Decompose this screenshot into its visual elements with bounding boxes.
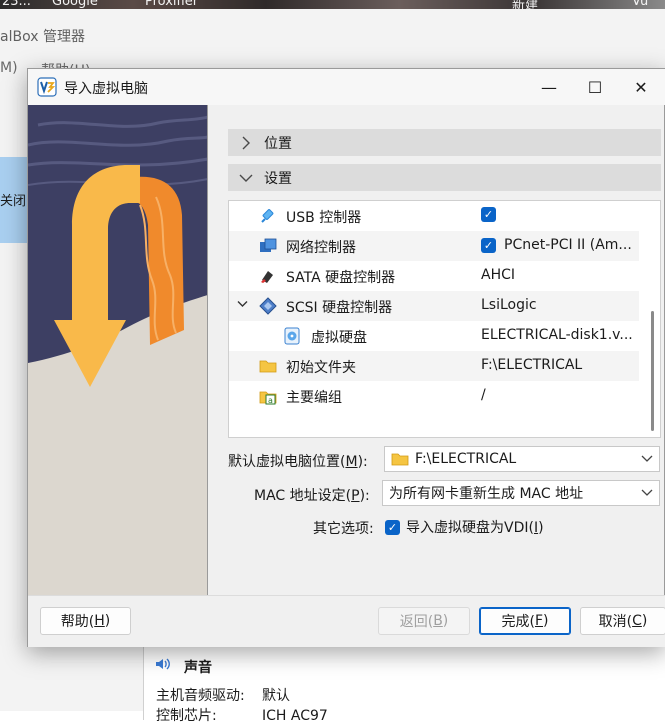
expand-chevron-icon[interactable] [237, 298, 248, 311]
manager-title: alBox 管理器 [0, 29, 85, 45]
tree-item-name: SATA 硬盘控制器 [286, 270, 396, 286]
tree-row-usb[interactable]: USB 控制器 ✓ [229, 201, 639, 231]
detail-row: 控制芯片: ICH AC97 [156, 708, 328, 724]
import-vdi-label: 导入虚拟硬盘为VDI(I) [406, 520, 544, 536]
chevron-right-icon [228, 136, 264, 150]
tree-row-scsi[interactable]: SCSI 硬盘控制器 LsiLogic [229, 291, 639, 321]
sound-section-title: 声音 [184, 660, 212, 676]
tree-item-name: USB 控制器 [286, 210, 362, 226]
tree-item-name: 初始文件夹 [286, 360, 356, 376]
group-icon: a [259, 387, 277, 405]
tree-row-network[interactable]: 网络控制器 ✓ PCnet-PCI II (Am... [229, 231, 639, 261]
menu-item-machine[interactable]: M) [0, 60, 18, 76]
mac-policy-combo[interactable]: 为所有网卡重新生成 MAC 地址 [382, 480, 660, 506]
help-button[interactable]: 帮助(H) [40, 607, 131, 635]
tree-item-value: F:\ELECTRICAL [481, 357, 583, 373]
tree-item-name: 虚拟硬盘 [311, 330, 367, 346]
close-button[interactable]: ✕ [618, 69, 664, 105]
tree-item-name: 网络控制器 [286, 240, 356, 256]
details-panel: 声音 主机音频驱动: 默认 控制芯片: ICH AC97 [143, 645, 665, 724]
mac-policy-label: MAC 地址设定(P): [254, 488, 370, 504]
default-location-value: F:\ELECTRICAL [415, 451, 517, 467]
tree-item-value: LsiLogic [481, 297, 537, 313]
sata-controller-icon [259, 267, 277, 285]
appliance-settings-tree[interactable]: USB 控制器 ✓ 网络控制器 ✓ PCnet-PCI II (Am... SA… [228, 200, 661, 438]
tree-scrollbar[interactable] [647, 201, 659, 437]
dialog-title: 导入虚拟电脑 [64, 81, 148, 97]
svg-text:a: a [268, 396, 273, 405]
maximize-button[interactable]: ☐ [572, 69, 618, 105]
taskbar-item[interactable]: Google [52, 0, 98, 9]
close-tool-button[interactable]: 关闭 [0, 157, 28, 243]
import-appliance-dialog: 导入虚拟电脑 — ☐ ✕ 位置 设置 USB 控制器 ✓ 网络控制器 ✓ PCn… [27, 68, 665, 647]
speaker-icon [154, 655, 172, 673]
virtualbox-icon [37, 77, 57, 97]
minimize-icon: — [541, 77, 557, 97]
hard-disk-icon [283, 327, 301, 345]
minimize-button[interactable]: — [526, 69, 572, 105]
taskbar-item[interactable]: 新建 [512, 0, 538, 9]
check-icon: ✓ [385, 519, 400, 535]
default-location-combo[interactable]: F:\ELECTRICAL [384, 446, 660, 472]
scsi-controller-icon [259, 297, 277, 315]
tree-row-sata[interactable]: SATA 硬盘控制器 AHCI [229, 261, 639, 291]
chevron-down-icon [641, 485, 653, 502]
tree-item-value: ELECTRICAL-disk1.v... [481, 327, 633, 343]
usb-checkbox[interactable]: ✓ [481, 207, 496, 222]
tree-item-value: AHCI [481, 267, 516, 283]
finish-button[interactable]: 完成(F) [479, 607, 571, 635]
chevron-down-icon [228, 173, 264, 183]
check-icon: ✓ [481, 237, 496, 253]
taskbar-item[interactable]: 23... [2, 0, 31, 9]
chevron-down-icon [641, 451, 653, 468]
tree-scrollbar-thumb[interactable] [651, 311, 654, 431]
cancel-button[interactable]: 取消(C) [580, 607, 665, 635]
folder-icon [259, 357, 277, 375]
close-tool-label: 关闭 [0, 194, 27, 209]
tree-row-base-folder[interactable]: 初始文件夹 F:\ELECTRICAL [229, 351, 639, 381]
tree-item-name: 主要编组 [286, 390, 342, 406]
tree-item-name: SCSI 硬盘控制器 [286, 300, 393, 316]
section-location-label: 位置 [264, 135, 292, 152]
section-settings-label: 设置 [264, 170, 292, 187]
taskbar-item[interactable]: Proxifier [145, 0, 198, 9]
section-location[interactable]: 位置 [228, 129, 661, 156]
import-vdi-checkbox[interactable]: ✓ 导入虚拟硬盘为VDI(I) [385, 517, 544, 537]
detail-row: 主机音频驱动: 默认 [156, 688, 290, 704]
folder-icon [391, 451, 409, 467]
back-button[interactable]: 返回(B) [378, 607, 470, 635]
maximize-icon: ☐ [587, 77, 603, 97]
usb-icon [259, 207, 277, 225]
dialog-titlebar[interactable]: 导入虚拟电脑 — ☐ ✕ [28, 69, 665, 105]
tree-row-primary-group[interactable]: a 主要编组 / [229, 381, 639, 411]
close-icon: ✕ [634, 77, 648, 97]
section-settings[interactable]: 设置 [228, 164, 661, 191]
other-options-label: 其它选项: [313, 521, 374, 537]
network-value[interactable]: ✓ PCnet-PCI II (Am... [481, 237, 632, 253]
check-icon: ✓ [481, 207, 496, 222]
tree-row-virtual-disk[interactable]: 虚拟硬盘 ELECTRICAL-disk1.v... [229, 321, 639, 351]
network-icon [259, 237, 277, 255]
taskbar-item[interactable]: Vu [632, 0, 648, 9]
mac-policy-value: 为所有网卡重新生成 MAC 地址 [389, 486, 584, 502]
default-location-label: 默认虚拟电脑位置(M): [228, 454, 368, 470]
taskbar: 23... Google Proxifier 新建 Vu [0, 0, 665, 9]
tree-item-value: / [481, 387, 486, 403]
wizard-illustration [28, 105, 208, 595]
